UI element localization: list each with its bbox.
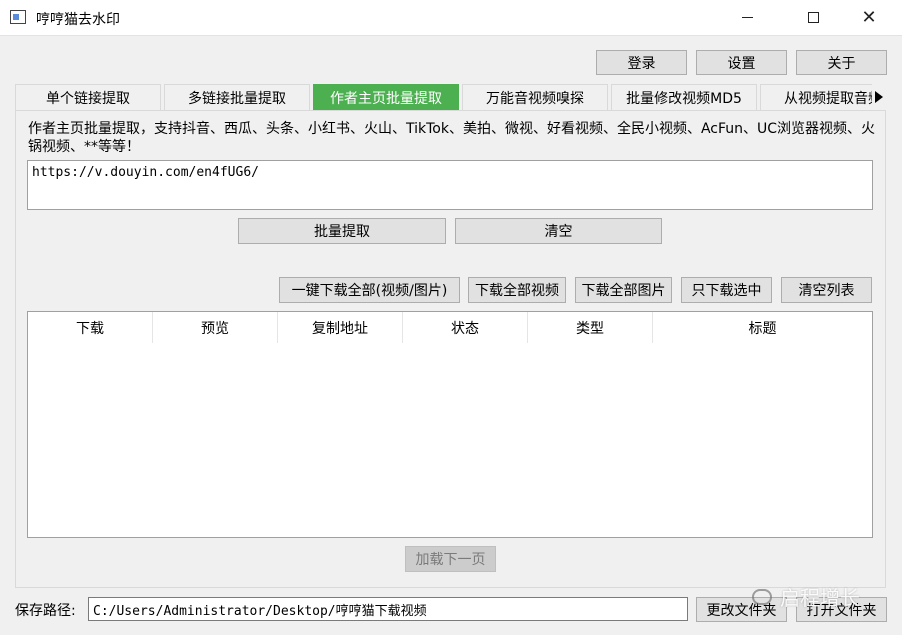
maximize-button[interactable] <box>790 0 836 35</box>
column-header-type[interactable]: 类型 <box>528 312 653 343</box>
download-all-images-button[interactable]: 下载全部图片 <box>575 277 672 303</box>
app-icon <box>10 10 26 24</box>
column-header-preview[interactable]: 预览 <box>153 312 278 343</box>
minimize-button[interactable] <box>724 0 770 35</box>
close-button[interactable]: ✕ <box>846 0 892 35</box>
maximize-icon <box>807 12 819 23</box>
tab-scroll-right-button[interactable] <box>872 84 886 110</box>
url-input[interactable]: https://v.douyin.com/en4fUG6/ <box>27 160 873 210</box>
title-bar: 哼哼猫去水印 ✕ <box>0 0 902 36</box>
tab-single-link[interactable]: 单个链接提取 <box>15 84 161 110</box>
tab-av-sniffer[interactable]: 万能音视频嗅探 <box>462 84 608 110</box>
column-header-status[interactable]: 状态 <box>403 312 528 343</box>
login-button[interactable]: 登录 <box>596 50 687 75</box>
download-all-videos-button[interactable]: 下载全部视频 <box>468 277 566 303</box>
download-selected-button[interactable]: 只下载选中 <box>681 277 772 303</box>
chevron-right-icon <box>875 91 883 103</box>
column-header-copy-address[interactable]: 复制地址 <box>278 312 403 343</box>
tab-extract-audio[interactable]: 从视频提取音频 <box>760 84 886 110</box>
about-button[interactable]: 关于 <box>796 50 887 75</box>
clear-list-button[interactable]: 清空列表 <box>781 277 872 303</box>
minimize-icon <box>741 17 753 18</box>
column-header-download[interactable]: 下载 <box>28 312 153 343</box>
open-folder-button[interactable]: 打开文件夹 <box>796 597 887 622</box>
description-text: 作者主页批量提取，支持抖音、西瓜、头条、小红书、火山、TikTok、美拍、微视、… <box>28 121 876 155</box>
change-folder-button[interactable]: 更改文件夹 <box>696 597 787 622</box>
tab-author-homepage[interactable]: 作者主页批量提取 <box>313 84 459 110</box>
tab-bar: 单个链接提取 多链接批量提取 作者主页批量提取 万能音视频嗅探 批量修改视频MD… <box>15 84 886 110</box>
close-icon: ✕ <box>861 6 877 28</box>
download-all-button[interactable]: 一键下载全部(视频/图片) <box>279 277 460 303</box>
batch-extract-button[interactable]: 批量提取 <box>238 218 446 244</box>
table-header: 下载 预览 复制地址 状态 类型 标题 <box>28 312 872 343</box>
results-table[interactable]: 下载 预览 复制地址 状态 类型 标题 <box>27 311 873 538</box>
tab-multi-link[interactable]: 多链接批量提取 <box>164 84 310 110</box>
settings-button[interactable]: 设置 <box>696 50 787 75</box>
save-path-input[interactable]: C:/Users/Administrator/Desktop/哼哼猫下载视频 <box>88 597 688 621</box>
save-path-label: 保存路径: <box>15 603 76 619</box>
window-title: 哼哼猫去水印 <box>36 12 120 28</box>
column-header-title[interactable]: 标题 <box>653 312 872 343</box>
load-next-page-button[interactable]: 加载下一页 <box>405 546 496 572</box>
clear-button[interactable]: 清空 <box>455 218 662 244</box>
tab-batch-md5[interactable]: 批量修改视频MD5 <box>611 84 757 110</box>
